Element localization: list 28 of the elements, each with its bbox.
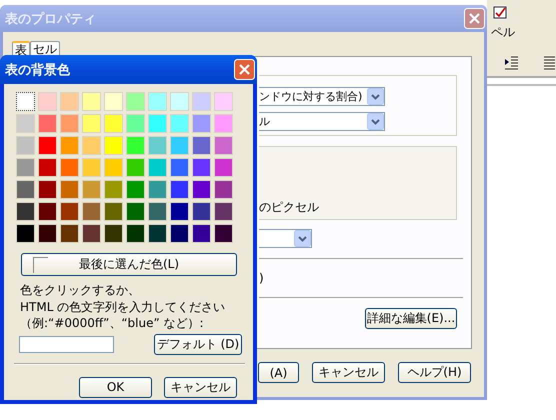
tab[interactable]: セル xyxy=(30,41,60,56)
color-swatch[interactable] xyxy=(16,92,35,111)
align-icon[interactable] xyxy=(543,55,556,70)
cancel-button[interactable]: キャンセル xyxy=(312,362,385,383)
default-button[interactable]: デフォルト (D) xyxy=(154,334,242,354)
tab[interactable]: 表 xyxy=(12,41,30,56)
dropdown-field[interactable]: ンドウに対する割合) xyxy=(259,87,385,106)
dropdown-field[interactable]: ル xyxy=(259,112,385,131)
indent-icon[interactable] xyxy=(504,55,519,70)
instruction-text: 色をクリックするか、 xyxy=(20,282,140,298)
instruction-text: （例:“#0000ff”、“blue” など）: xyxy=(20,315,204,332)
close-button[interactable] xyxy=(464,8,485,29)
color-input-field[interactable] xyxy=(19,336,114,352)
window-title: 表のプロパティ xyxy=(5,10,96,28)
instruction-text: HTML の色文字列を入力してください xyxy=(20,298,226,315)
cancel-button[interactable]: キャンセル xyxy=(164,376,237,398)
spellcheck-icon[interactable] xyxy=(493,6,507,19)
help-button[interactable]: ヘルプ(H) xyxy=(398,362,471,383)
close-button[interactable] xyxy=(234,59,255,80)
toolbar-label: ペル xyxy=(491,24,515,41)
apply-button[interactable]: (A) xyxy=(258,362,299,383)
ok-button[interactable]: OK xyxy=(79,376,152,398)
dropdown-field[interactable] xyxy=(259,229,312,248)
advanced-edit-button[interactable]: 詳細な編集(E)... xyxy=(365,308,457,329)
window-title: 表の背景色 xyxy=(5,62,70,78)
last-color-button[interactable]: 最後に選んだ色(L) xyxy=(21,253,237,276)
note-text: ) xyxy=(259,271,264,285)
pixel-label: のピクセル xyxy=(259,199,320,216)
